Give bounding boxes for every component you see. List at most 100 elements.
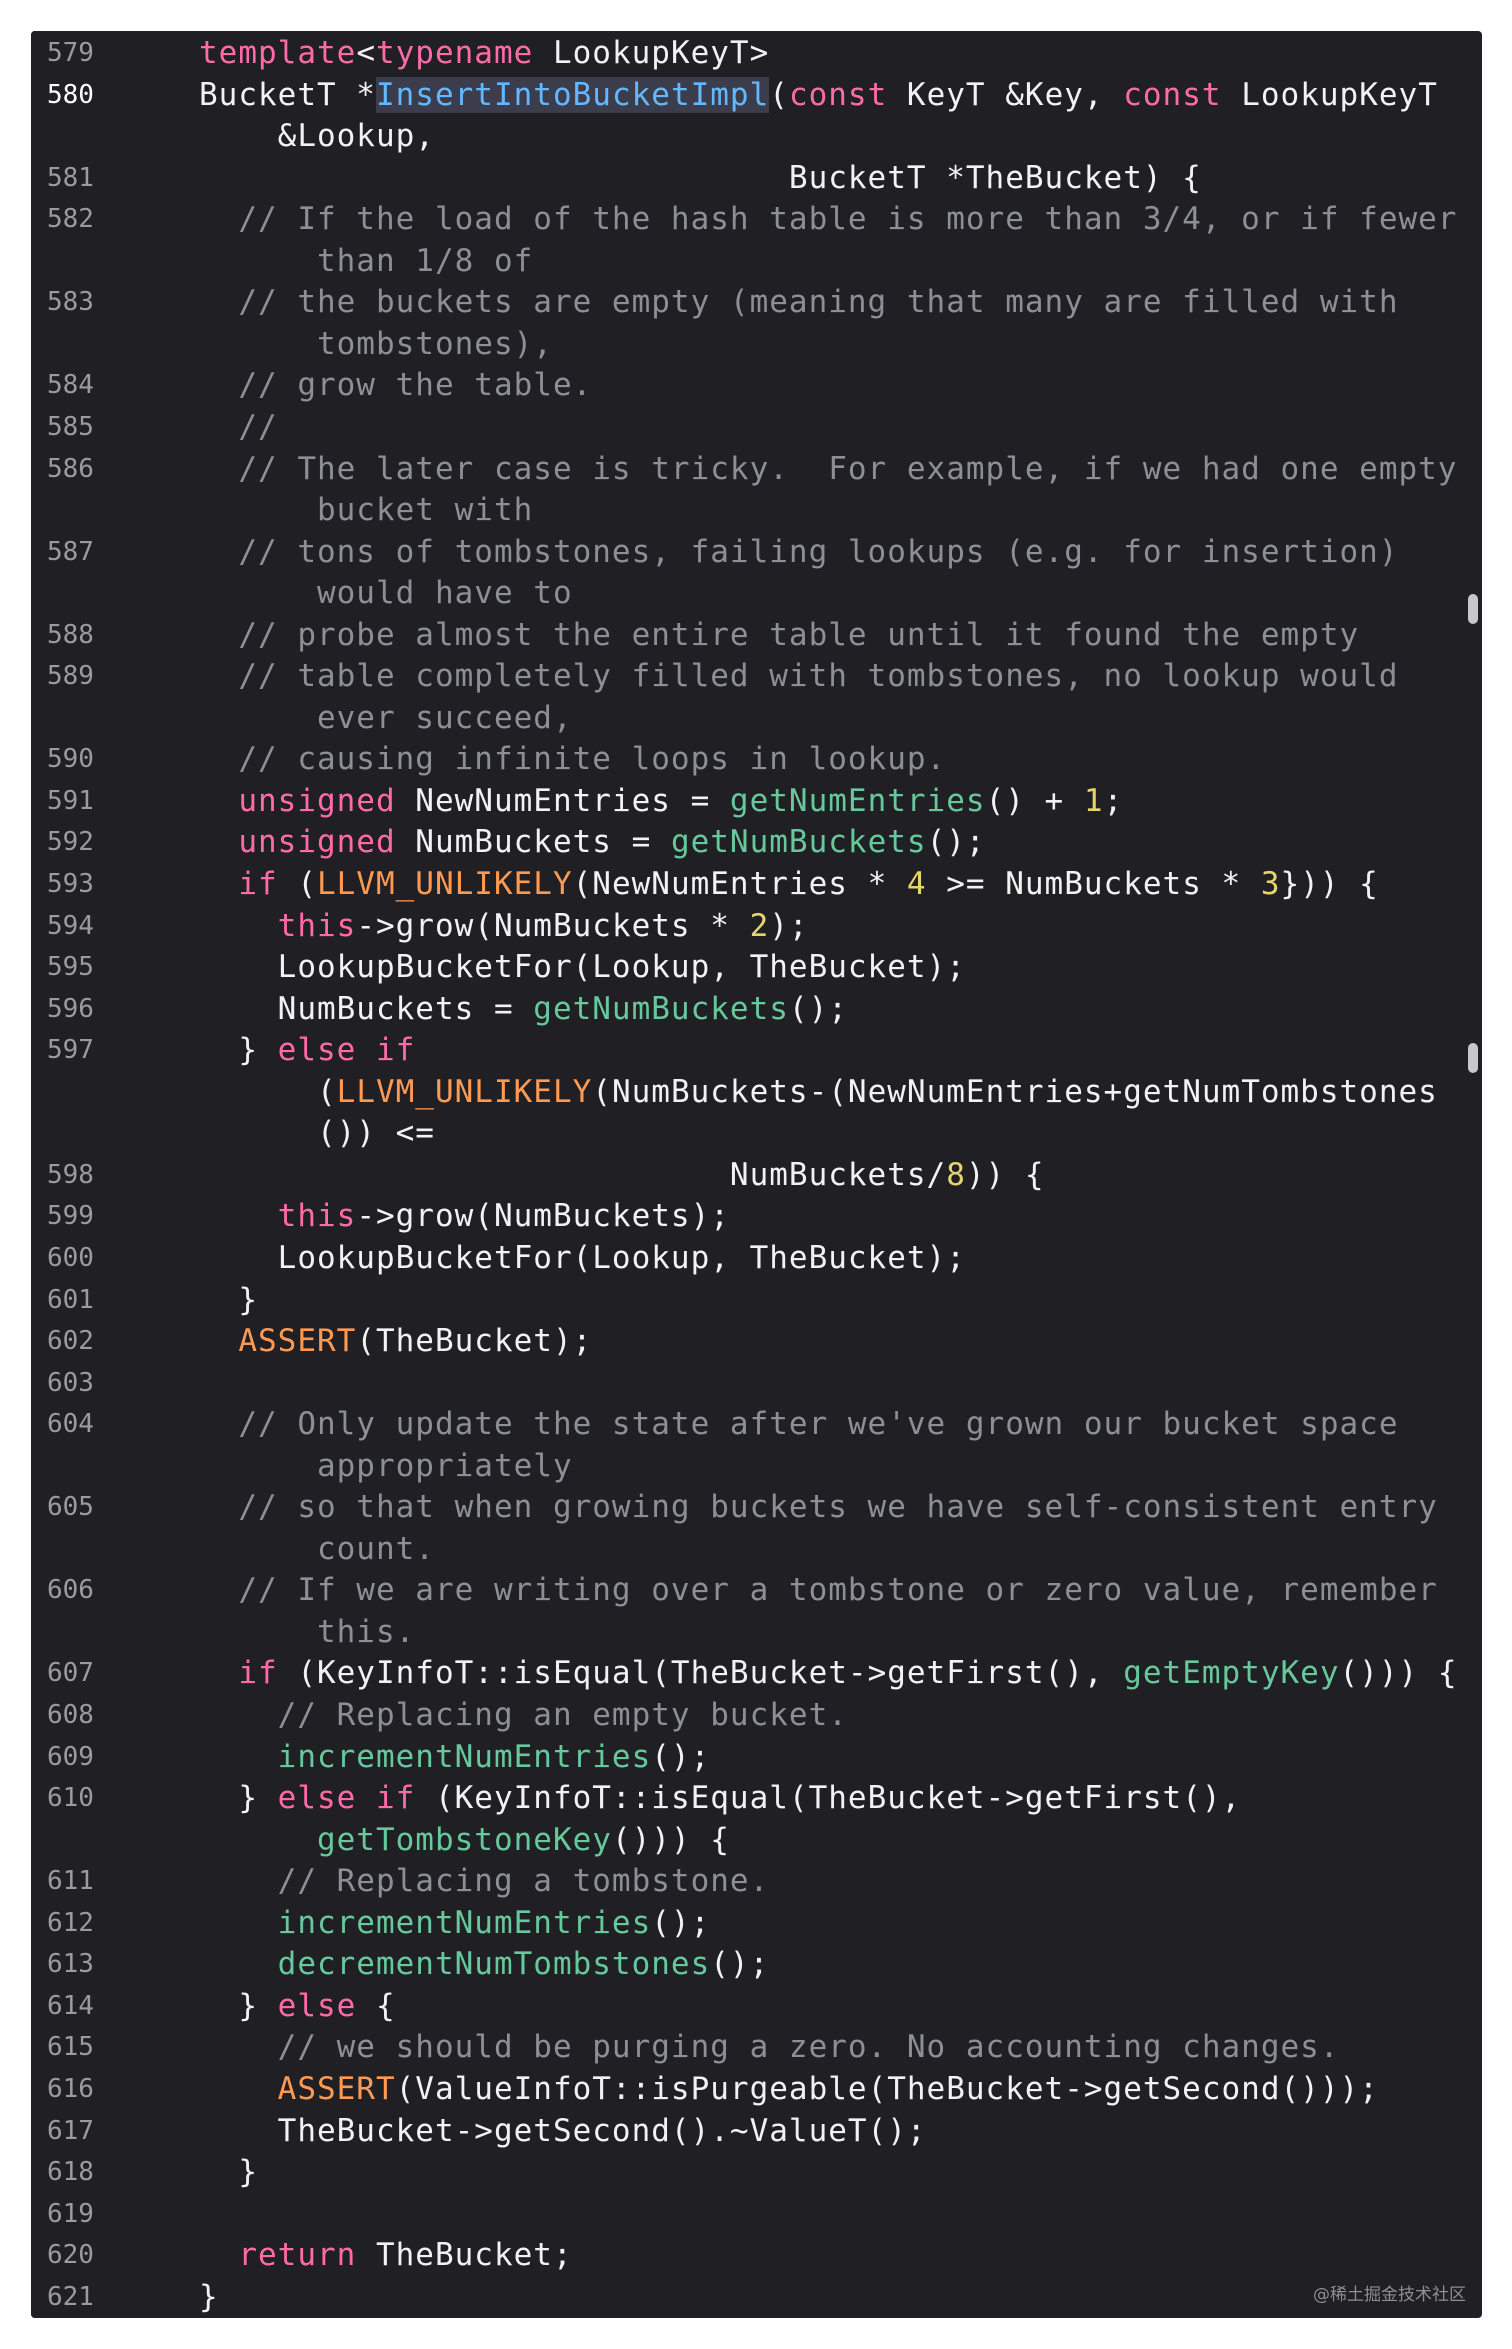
code-token: >= NumBuckets * — [926, 866, 1261, 902]
code-text: NumBuckets = getNumBuckets(); — [199, 989, 1452, 1031]
code-line[interactable]: 584 // grow the table. — [31, 365, 1482, 407]
code-line[interactable]: 581 BucketT *TheBucket) { — [31, 158, 1482, 200]
line-number: 585 — [47, 411, 94, 442]
code-token: incrementNumEntries — [277, 1738, 652, 1775]
code-token: (); — [926, 824, 986, 861]
line-number: 605 — [47, 1492, 94, 1523]
code-line[interactable]: 596 NumBuckets = getNumBuckets(); — [31, 989, 1482, 1031]
code-text: incrementNumEntries(); — [199, 1903, 1452, 1945]
code-token: // If we are writing over a tombstone or… — [199, 1572, 1438, 1609]
code-line[interactable]: tombstones), — [31, 324, 1482, 366]
code-line[interactable]: 616 ASSERT(ValueInfoT::isPurgeable(TheBu… — [31, 2069, 1482, 2111]
code-line[interactable]: 583 // the buckets are empty (meaning th… — [31, 282, 1482, 324]
code-line[interactable]: this. — [31, 1612, 1482, 1654]
code-line[interactable]: 593 if (LLVM_UNLIKELY(NewNumEntries * 4 … — [31, 864, 1482, 906]
code-line[interactable]: 607 if (KeyInfoT::isEqual(TheBucket->get… — [31, 1653, 1482, 1695]
code-line[interactable]: 592 unsigned NumBuckets = getNumBuckets(… — [31, 822, 1482, 864]
line-number: 584 — [47, 370, 94, 401]
code-token: ())) { — [611, 1821, 730, 1858]
code-line[interactable]: 586 // The later case is tricky. For exa… — [31, 449, 1482, 491]
watermark-text: @稀土掘金技术社区 — [1313, 2285, 1466, 2305]
code-line[interactable]: ever succeed, — [31, 698, 1482, 740]
code-line[interactable]: 580 BucketT *InsertIntoBucketImpl(const K… — [31, 75, 1482, 117]
line-number: 601 — [47, 1284, 94, 1315]
code-line[interactable]: than 1/8 of — [31, 241, 1482, 283]
scrollbar-thumb-upper[interactable] — [1468, 594, 1478, 624]
code-line[interactable]: count. — [31, 1529, 1482, 1571]
code-line[interactable]: would have to — [31, 573, 1482, 615]
code-line[interactable]: 606 // If we are writing over a tombston… — [31, 1570, 1482, 1612]
code-line[interactable]: 620 return TheBucket; — [31, 2235, 1482, 2277]
code-line[interactable]: 590 // causing infinite loops in lookup. — [31, 739, 1482, 781]
code-text: // the buckets are empty (meaning that m… — [199, 282, 1452, 324]
code-line[interactable]: getTombstoneKey())) { — [31, 1820, 1482, 1862]
code-line[interactable]: 588 // probe almost the entire table unt… — [31, 615, 1482, 657]
code-line[interactable]: (LLVM_UNLIKELY(NumBuckets-(NewNumEntries… — [31, 1072, 1482, 1114]
code-token: (NumBuckets-(NewNumEntries+getNumTombsto… — [592, 1073, 1438, 1110]
code-text: this->grow(NumBuckets * 2); — [199, 906, 1452, 948]
code-line[interactable]: 589 // table completely filled with tomb… — [31, 656, 1482, 698]
code-line[interactable]: 579 template<typename LookupKeyT> — [31, 33, 1482, 75]
code-line[interactable]: 608 // Replacing an empty bucket. — [31, 1695, 1482, 1737]
line-number: 590 — [47, 744, 94, 775]
code-line[interactable]: 610 } else if (KeyInfoT::isEqual(TheBuck… — [31, 1778, 1482, 1820]
code-token: ( — [769, 76, 789, 113]
code-token: 2 — [749, 907, 770, 944]
code-line[interactable]: 585 // — [31, 407, 1482, 449]
code-line[interactable]: 617 TheBucket->getSecond().~ValueT(); — [31, 2111, 1482, 2153]
code-token: ())) { — [1339, 1655, 1458, 1692]
code-editor[interactable]: 579 template<typename LookupKeyT> 580 Bucke… — [31, 31, 1482, 2318]
code-token: 3 — [1260, 866, 1281, 902]
code-text: ASSERT(ValueInfoT::isPurgeable(TheBucket… — [199, 2069, 1452, 2111]
code-line[interactable]: 602 ASSERT(TheBucket); — [31, 1321, 1482, 1363]
code-line[interactable]: 600 LookupBucketFor(Lookup, TheBucket); — [31, 1238, 1482, 1280]
code-line[interactable]: 604 // Only update the state after we've… — [31, 1404, 1482, 1446]
code-line[interactable]: 614 } else { — [31, 1986, 1482, 2028]
code-line[interactable]: 597 } else if — [31, 1030, 1482, 1072]
code-line[interactable]: 591 unsigned NewNumEntries = getNumEntri… — [31, 781, 1482, 823]
code-token: NumBuckets = — [395, 824, 671, 861]
code-token: } — [199, 1032, 278, 1069]
code-token: (); — [788, 990, 848, 1027]
code-token: const — [1123, 76, 1222, 113]
code-line[interactable]: 595 LookupBucketFor(Lookup, TheBucket); — [31, 947, 1482, 989]
code-line[interactable]: 598 NumBuckets/8)) { — [31, 1155, 1482, 1197]
line-number: 596 — [47, 993, 94, 1024]
code-line[interactable]: 603 — [31, 1363, 1482, 1405]
code-line[interactable]: 605 // so that when growing buckets we h… — [31, 1487, 1482, 1529]
scrollbar-thumb-lower[interactable] — [1468, 1043, 1478, 1073]
code-line[interactable]: 599 this->grow(NumBuckets); — [31, 1196, 1482, 1238]
code-line[interactable]: 582 // If the load of the hash table is … — [31, 199, 1482, 241]
code-token: ASSERT — [238, 1323, 357, 1360]
code-token: getNumBuckets — [670, 824, 927, 861]
code-text: // The later case is tricky. For example… — [199, 449, 1456, 491]
code-line[interactable]: 619 — [31, 2194, 1482, 2236]
code-text: // grow the table. — [199, 365, 1452, 407]
code-line[interactable]: 601 } — [31, 1280, 1482, 1322]
code-line[interactable]: 609 incrementNumEntries(); — [31, 1737, 1482, 1779]
code-line[interactable]: 618 } — [31, 2152, 1482, 2194]
code-line[interactable]: 612 incrementNumEntries(); — [31, 1903, 1482, 1945]
code-token: else if — [277, 1780, 416, 1817]
code-token: this — [277, 1198, 357, 1235]
code-line[interactable]: &Lookup, — [31, 116, 1482, 158]
code-token: LookupBucketFor(Lookup, TheBucket); — [199, 949, 966, 986]
code-text: getTombstoneKey())) { — [199, 1820, 1452, 1862]
code-text: // so that when growing buckets we have … — [199, 1487, 1452, 1529]
code-token: // If the load of the hash table is more… — [199, 201, 1458, 238]
code-line[interactable]: 587 // tons of tombstones, failing looku… — [31, 532, 1482, 574]
code-line[interactable]: 611 // Replacing a tombstone. — [31, 1861, 1482, 1903]
selected-token: InsertIntoBucketImpl — [375, 76, 770, 113]
code-line[interactable]: ()) <= — [31, 1113, 1482, 1155]
code-line[interactable]: bucket with — [31, 490, 1482, 532]
code-line[interactable]: appropriately — [31, 1446, 1482, 1488]
code-line[interactable]: 613 decrementNumTombstones(); — [31, 1944, 1482, 1986]
code-text: ASSERT(TheBucket); — [199, 1321, 1452, 1363]
code-line[interactable]: 621} — [31, 2277, 1482, 2318]
code-token: LookupBucketFor(Lookup, TheBucket); — [199, 1239, 966, 1276]
code-line[interactable]: 594 this->grow(NumBuckets * 2); — [31, 906, 1482, 948]
code-line[interactable]: 615 // we should be purging a zero. No a… — [31, 2027, 1482, 2069]
